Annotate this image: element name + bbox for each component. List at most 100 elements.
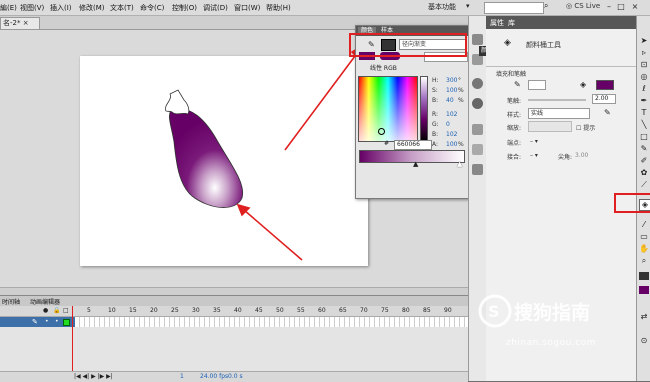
sogou-logo-icon: S <box>478 294 512 328</box>
lock-icon[interactable]: 🔒 <box>53 307 60 314</box>
color-picker-crosshair[interactable] <box>378 128 385 135</box>
eyedropper-icon[interactable]: ⁄ <box>639 220 649 230</box>
r-value[interactable]: 102 <box>446 111 457 118</box>
s-value[interactable]: 100 <box>446 87 457 94</box>
pen-tool-icon[interactable]: ✒ <box>639 96 649 106</box>
highlight-box <box>349 33 467 57</box>
stroke-color-swatch[interactable] <box>639 272 649 280</box>
section-header: 填充和笔触 <box>496 71 527 78</box>
a-value[interactable]: 100 <box>446 141 457 148</box>
tab-library[interactable]: 库 <box>508 18 515 28</box>
hand-tool-icon[interactable]: ✋ <box>639 244 649 254</box>
tab-properties[interactable]: 属性 <box>490 18 504 28</box>
a-label: A: <box>432 141 439 148</box>
h-unit: ° <box>458 77 461 84</box>
eye-icon[interactable]: ● <box>43 307 48 314</box>
info-icon[interactable] <box>472 78 483 89</box>
align-icon[interactable] <box>472 124 483 135</box>
frame-number: 50 <box>276 307 284 314</box>
color-spectrum[interactable] <box>358 76 418 142</box>
stroke-color-picker[interactable] <box>528 80 546 90</box>
subselection-tool-icon[interactable]: ▹ <box>639 48 649 58</box>
cap-select[interactable]: – ▾ <box>530 138 538 145</box>
swap-colors-icon[interactable]: ⇄ <box>639 312 649 322</box>
stroke-width-input[interactable]: 2.00 <box>592 94 616 104</box>
tab-timeline[interactable]: 时间轴 <box>2 297 20 306</box>
frame-number: 40 <box>234 307 242 314</box>
gradient-pointer-icon[interactable]: ▲ <box>413 160 418 168</box>
scale-select[interactable] <box>528 121 572 132</box>
hex-input[interactable]: 660066 <box>394 140 432 150</box>
gradient-bar[interactable] <box>359 150 465 163</box>
fill-color-picker[interactable] <box>596 80 614 90</box>
frame-number: 15 <box>129 307 137 314</box>
dot-icon[interactable]: • <box>45 318 49 325</box>
3d-rotation-icon[interactable]: ◎ <box>639 72 649 82</box>
outline-icon[interactable]: □ <box>63 307 69 314</box>
snap-icon[interactable]: ⊙ <box>639 336 649 346</box>
watermark-url: zhinan.sogou.com <box>506 338 596 348</box>
bone-tool-icon[interactable]: ⟋ <box>639 180 649 190</box>
frame-number: 10 <box>108 307 116 314</box>
eraser-icon[interactable]: ▭ <box>639 232 649 242</box>
g-value[interactable]: 0 <box>446 121 450 128</box>
paint-bucket-icon: ◈ <box>504 38 511 48</box>
dot-icon[interactable]: • <box>55 318 59 325</box>
watermark-text: 搜狗指南 <box>514 302 591 324</box>
rectangle-tool-icon[interactable]: □ <box>639 132 649 142</box>
b2-value[interactable]: 102 <box>446 131 457 138</box>
components-icon[interactable] <box>472 164 483 175</box>
zoom-tool-icon[interactable]: ⌕ <box>639 256 649 266</box>
s-unit: % <box>458 87 464 94</box>
current-frame[interactable]: 1 <box>180 373 184 380</box>
brush-icon[interactable]: ✐ <box>639 156 649 166</box>
miter-label: 尖角: <box>558 154 573 161</box>
layer-row[interactable]: ✎ • • <box>0 317 75 327</box>
elapsed-time: 0.0 s <box>228 373 243 380</box>
frame-number: 20 <box>150 307 158 314</box>
frame-number: 65 <box>339 307 347 314</box>
frame-rate[interactable]: 24.00 fps <box>200 373 228 380</box>
frame-number: 25 <box>171 307 179 314</box>
free-transform-icon[interactable]: ⊡ <box>639 60 649 70</box>
hash-label: # <box>384 140 390 147</box>
b-label: B: <box>432 97 439 104</box>
pencil-icon[interactable]: ✎ <box>32 318 38 326</box>
scale-label: 缩放: <box>507 125 522 132</box>
deco-tool-icon[interactable]: ✿ <box>639 168 649 178</box>
frame-number: 35 <box>213 307 221 314</box>
brightness-slider[interactable] <box>420 76 428 142</box>
frame-number: 70 <box>360 307 368 314</box>
playback-controls[interactable]: |◀ ◀| ▶ |▶ ▶| <box>74 373 113 380</box>
timeline-tabs: 时间轴 动画编辑器 <box>0 296 468 306</box>
stroke-slider[interactable] <box>528 99 586 101</box>
frame-number: 60 <box>318 307 326 314</box>
pencil-icon[interactable]: ✎ <box>604 108 611 117</box>
h-label: H: <box>432 77 439 84</box>
style-label: 样式: <box>507 112 522 119</box>
frame-number: 5 <box>87 307 91 314</box>
color-panel-icon[interactable] <box>472 34 483 45</box>
h-value[interactable]: 300 <box>446 77 457 84</box>
frame-number: 75 <box>381 307 389 314</box>
hint-checkbox[interactable]: ☐ 提示 <box>576 123 595 132</box>
line-tool-icon[interactable]: ╲ <box>639 120 649 130</box>
stroke-label: 笔触: <box>507 98 522 105</box>
highlight-box <box>614 193 650 213</box>
tab-motion-editor[interactable]: 动画编辑器 <box>30 297 60 306</box>
text-tool-icon[interactable]: T <box>639 108 649 118</box>
frames-row[interactable] <box>75 317 468 327</box>
pencil-icon[interactable]: ✎ <box>639 144 649 154</box>
miter-value[interactable]: 3.00 <box>575 152 588 159</box>
selection-tool-icon[interactable]: ➤ <box>639 36 649 46</box>
gradient-pointer-icon[interactable]: ▲ <box>457 160 462 168</box>
b-value[interactable]: 40 <box>446 97 454 104</box>
join-select[interactable]: – ▾ <box>530 152 538 159</box>
layer-color-box[interactable] <box>63 319 70 326</box>
library-icon[interactable] <box>472 144 483 155</box>
transform-icon[interactable] <box>472 98 483 109</box>
playhead[interactable] <box>72 306 73 371</box>
lasso-icon[interactable]: ℓ <box>639 84 649 94</box>
style-select[interactable]: 实线 <box>528 108 590 119</box>
fill-color-swatch[interactable] <box>639 286 649 294</box>
